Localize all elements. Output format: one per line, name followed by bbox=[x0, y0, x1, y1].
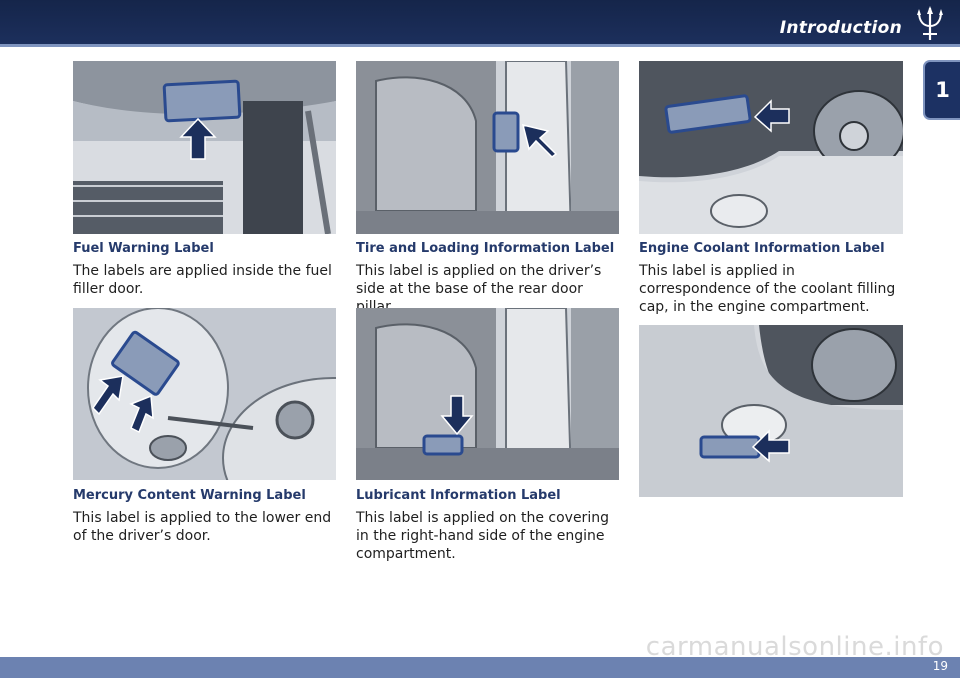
coolant-label-title: Engine Coolant Information Label bbox=[639, 241, 885, 256]
fuel-door-photo bbox=[73, 308, 336, 480]
mercury-label-title: Mercury Content Warning Label bbox=[73, 488, 306, 503]
mercury-label-text: This label is applied to the lower end o… bbox=[73, 510, 332, 544]
header-bar: Introduction bbox=[0, 0, 960, 44]
engine-hood-photo bbox=[73, 61, 336, 234]
page-title: Introduction bbox=[779, 18, 902, 38]
coolant-cap-photo bbox=[639, 325, 903, 497]
coolant-label-text: This label is applied in correspondence … bbox=[639, 263, 896, 315]
page-number: 19 bbox=[932, 659, 948, 673]
door-pillar-photo bbox=[356, 61, 619, 234]
chapter-tab[interactable]: 1 bbox=[923, 60, 960, 120]
chapter-number: 1 bbox=[935, 78, 950, 102]
fuel-label-title: Fuel Warning Label bbox=[73, 241, 214, 256]
header-rule bbox=[0, 44, 960, 47]
door-sill-photo bbox=[356, 308, 619, 480]
footer-bar: 19 bbox=[0, 657, 960, 678]
lubricant-label-text: This label is applied on the covering in… bbox=[356, 510, 609, 562]
lubricant-label-title: Lubricant Information Label bbox=[356, 488, 561, 503]
fuel-label-text: The labels are applied inside the fuel f… bbox=[73, 263, 332, 297]
engine-bay-photo bbox=[639, 61, 903, 234]
trident-logo-icon bbox=[917, 6, 943, 40]
tire-label-title: Tire and Loading Information Label bbox=[356, 241, 615, 256]
